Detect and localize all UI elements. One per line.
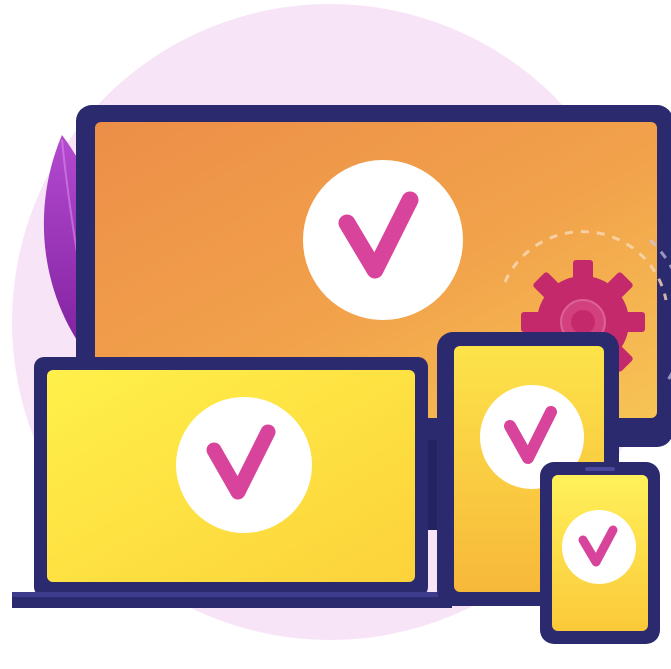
laptop — [12, 357, 452, 608]
phone — [540, 462, 660, 644]
check-icon — [303, 160, 463, 320]
check-icon — [176, 397, 312, 533]
devices-illustration — [12, 4, 671, 644]
check-icon — [562, 510, 636, 584]
